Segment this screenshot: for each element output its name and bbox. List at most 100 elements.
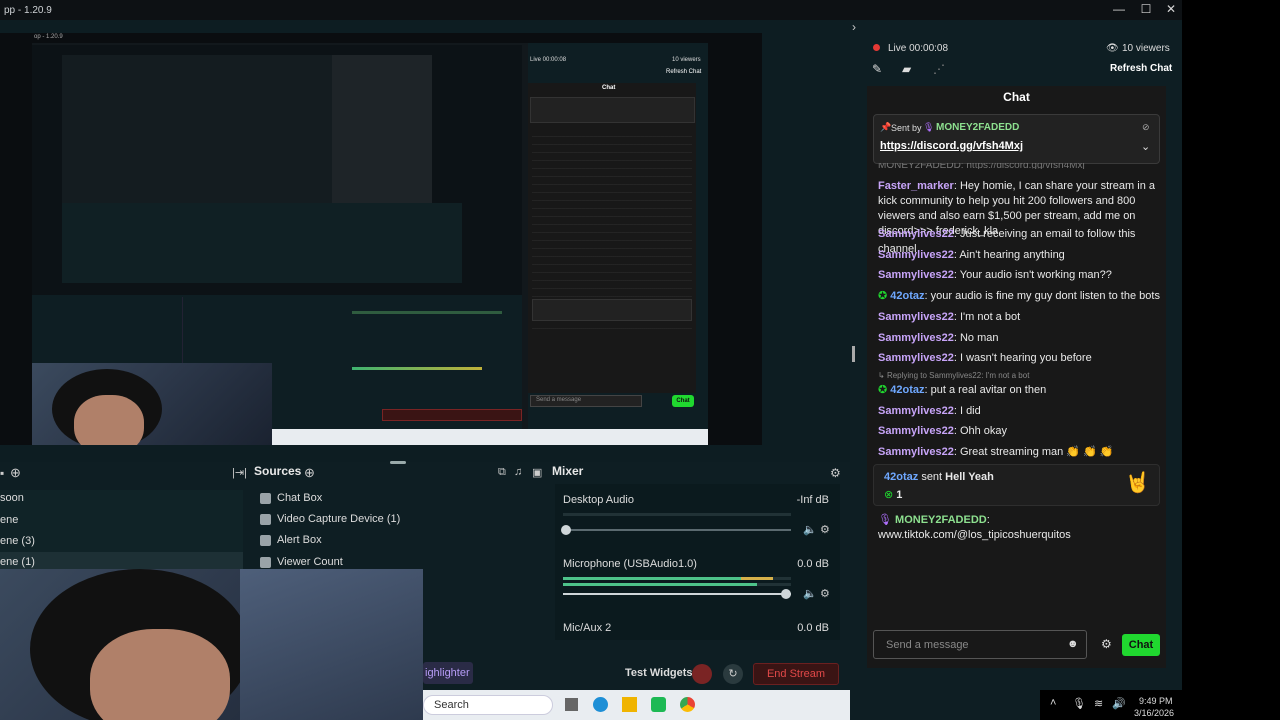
- source-item-chat-box[interactable]: Chat Box: [260, 492, 322, 504]
- nested-title: op - 1.20.9: [34, 34, 63, 40]
- file-explorer-icon[interactable]: [622, 697, 637, 712]
- source-item-alert-box[interactable]: Alert Box: [260, 534, 322, 546]
- webcam-overlay: [0, 569, 423, 720]
- speaker-icon[interactable]: 🔈: [803, 523, 817, 536]
- sources-title: Sources: [254, 464, 302, 478]
- reply-context: ↳ Replying to Sammylives22: I'm not a bo…: [878, 371, 1030, 380]
- scene-item-selected[interactable]: ene (1): [0, 556, 35, 568]
- badge-icon: ✪: [878, 290, 891, 302]
- edit-icon[interactable]: ✎: [872, 62, 882, 76]
- live-dot-icon: [873, 44, 880, 51]
- rock-hand-icon: 🤘: [1125, 472, 1150, 494]
- add-source-icon[interactable]: ⊕: [304, 465, 315, 481]
- chat-input[interactable]: Send a message ☻: [873, 630, 1087, 659]
- scene-item[interactable]: soon: [0, 492, 24, 504]
- taskbar-search[interactable]: Search: [423, 695, 553, 715]
- gear-icon[interactable]: ⚙: [820, 523, 830, 536]
- badge-icon: ✪: [878, 384, 891, 396]
- partial-message: MONEY2FADEDD: https://discord.gg/vfsh4Mx…: [878, 163, 1085, 169]
- app-icon[interactable]: [651, 697, 666, 712]
- chat-message: ✪ 42otaz: put a real avitar on then: [878, 384, 1047, 396]
- nested-chat-title: Chat: [602, 85, 616, 91]
- mixer-row-microphone: Microphone (USBAudio1.0) 0.0 dB: [563, 558, 829, 570]
- chat-message: Sammylives22: I wasn't hearing you befor…: [878, 352, 1092, 364]
- nested-refresh: Refresh Chat: [666, 69, 702, 75]
- task-view-icon[interactable]: [565, 698, 578, 711]
- gift-icon: ⊗: [884, 489, 894, 501]
- eye-icon: 👁: [1106, 43, 1119, 54]
- volume-icon[interactable]: 🔊: [1112, 697, 1126, 710]
- collapse-chevron-icon[interactable]: ›: [852, 20, 856, 34]
- chrome-icon[interactable]: [680, 697, 695, 712]
- mixer-row-mic-aux: Mic/Aux 2 0.0 dB: [563, 622, 829, 634]
- mic-icon: 🎙: [878, 514, 896, 526]
- mic-meter: [563, 577, 791, 580]
- scene-item[interactable]: ene (3): [0, 535, 35, 547]
- chat-message: ✪ 42otaz: your audio is fine my guy dont…: [878, 290, 1160, 302]
- sources-collapse-icon[interactable]: |⇥|: [232, 466, 247, 479]
- scenes-collapse-icon[interactable]: ▪: [0, 466, 4, 480]
- desktop-meter: [563, 513, 791, 516]
- speaker-icon[interactable]: 🔈: [803, 587, 817, 600]
- scene-item[interactable]: ene: [0, 514, 18, 526]
- chat-message: 🎙 MONEY2FADEDD: www.tiktok.com/@los_tipi…: [878, 514, 1071, 541]
- nested-chat-btn: Chat: [672, 395, 694, 407]
- wifi-icon[interactable]: ≋: [1094, 697, 1103, 710]
- mixer-scene-icon[interactable]: ▣: [532, 466, 542, 479]
- nested-viewers: 10 viewers: [672, 57, 701, 63]
- mixer-settings-icon[interactable]: ⚙: [830, 466, 841, 480]
- highlighter-button[interactable]: ighlighter: [423, 662, 473, 684]
- pinned-link[interactable]: https://discord.gg/vfsh4Mxj: [880, 140, 1023, 152]
- refresh-chat-button[interactable]: Refresh Chat: [1110, 63, 1172, 74]
- expand-chevron-icon[interactable]: ⌄: [1141, 140, 1150, 153]
- add-scene-icon[interactable]: ⊕: [10, 465, 21, 481]
- panel-resize-handle[interactable]: [852, 346, 855, 362]
- test-widgets-label: Test Widgets: [625, 667, 693, 679]
- edge-icon[interactable]: [593, 697, 608, 712]
- gift-count: ⊗ 1: [884, 489, 903, 501]
- mixer-advanced-icon[interactable]: ⧉: [498, 466, 506, 479]
- unpin-icon[interactable]: ⊘: [1142, 122, 1150, 133]
- camera-icon: [260, 513, 271, 525]
- gear-icon[interactable]: ⚙: [820, 587, 830, 600]
- clock-date[interactable]: 3/16/2026: [1134, 708, 1174, 718]
- close-button[interactable]: ✕: [1160, 2, 1182, 16]
- mixer-audio-icon[interactable]: ♫: [514, 466, 522, 478]
- taskbar-search-text: Search: [434, 699, 469, 711]
- mixer-row-desktop: Desktop Audio -Inf dB: [563, 494, 829, 506]
- desktop-volume-slider[interactable]: [561, 525, 791, 535]
- chat-message: Sammylives22: Your audio isn't working m…: [878, 269, 1112, 281]
- pin-icon: 📌: [880, 122, 892, 132]
- mic-icon[interactable]: 🎙: [1072, 697, 1086, 710]
- nested-live: Live 00:00:08: [530, 57, 567, 63]
- mic-volume-slider[interactable]: [563, 589, 791, 599]
- window-titlebar: pp - 1.20.9 — ☐ ✕: [0, 0, 1182, 20]
- viewer-count: 10 viewers: [1122, 43, 1170, 54]
- pinned-user: MONEY2FADEDD: [936, 122, 1020, 133]
- minimize-button[interactable]: —: [1108, 2, 1130, 16]
- folder-icon[interactable]: ▰: [902, 62, 911, 76]
- replay-icon[interactable]: ↻: [723, 664, 743, 684]
- dock-resize-handle[interactable]: [390, 461, 406, 464]
- chat-settings-icon[interactable]: ⚙: [1101, 637, 1112, 651]
- mixer-title: Mixer: [552, 464, 584, 478]
- end-stream-button[interactable]: End Stream: [753, 663, 839, 685]
- window-icon: [260, 492, 271, 504]
- share-icon[interactable]: ⋰: [933, 62, 945, 76]
- chevron-up-icon[interactable]: ˄: [1050, 697, 1056, 709]
- chat-message: Sammylives22: Ain't hearing anything: [878, 249, 1065, 261]
- emoji-icon[interactable]: ☻: [1067, 638, 1079, 650]
- gift-line: 42otaz sent Hell Yeah: [884, 471, 994, 483]
- record-button[interactable]: [692, 664, 712, 684]
- clock-time[interactable]: 9:49 PM: [1139, 696, 1173, 706]
- chat-send-button[interactable]: Chat: [1122, 634, 1160, 656]
- maximize-button[interactable]: ☐: [1135, 2, 1157, 16]
- chat-message: Sammylives22: Great streaming man 👏 👏 👏: [878, 446, 1114, 458]
- mic-icon: 🎙: [923, 122, 935, 132]
- desktop-background: [1182, 0, 1280, 720]
- source-item-video-capture[interactable]: Video Capture Device (1): [260, 513, 400, 525]
- chat-message: Sammylives22: I'm not a bot: [878, 311, 1021, 323]
- nested-send: Send a message: [536, 397, 582, 403]
- chat-message: Sammylives22: Ohh okay: [878, 425, 1008, 437]
- source-item-viewer-count[interactable]: Viewer Count: [260, 556, 343, 568]
